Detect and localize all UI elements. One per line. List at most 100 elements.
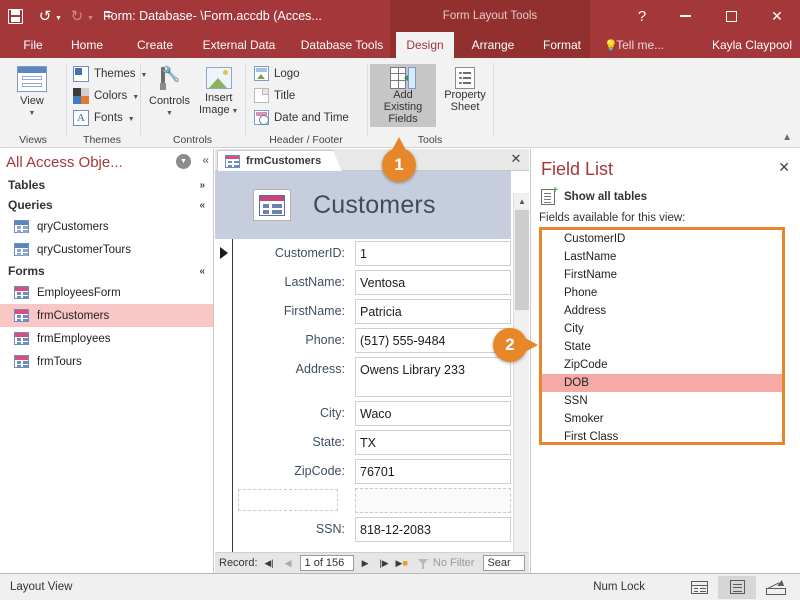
colors-dropdown-icon[interactable]: ▼ — [132, 94, 139, 101]
add-existing-fields-icon — [390, 67, 416, 89]
record-selector[interactable] — [215, 239, 233, 552]
close-icon[interactable]: ✕ — [754, 0, 800, 32]
field-input-address[interactable]: Owens Library 233 — [355, 357, 511, 397]
last-record-button[interactable]: |▶ — [377, 558, 392, 569]
scroll-up-icon[interactable]: ▲ — [514, 193, 529, 209]
nav-group-forms[interactable]: Forms « — [0, 261, 213, 281]
tab-create[interactable]: Create — [126, 32, 184, 58]
first-record-button[interactable]: ◀| — [262, 558, 277, 569]
view-button[interactable]: View ▼ — [17, 66, 47, 120]
empty-label-placeholder[interactable] — [238, 489, 338, 511]
field-list-pane: Field List ✕ Show all tables Fields avai… — [530, 149, 800, 573]
field-item-firstname[interactable]: FirstName — [542, 266, 782, 284]
fonts-dropdown-icon[interactable]: ▼ — [128, 116, 135, 123]
view-dropdown-icon[interactable]: ▼ — [29, 108, 36, 120]
field-item-zipcode[interactable]: ZipCode — [542, 356, 782, 374]
next-record-button[interactable]: ▶ — [358, 558, 373, 569]
add-existing-fields-button[interactable]: Add Existing Fields — [370, 64, 436, 127]
field-item-lastname[interactable]: LastName — [542, 248, 782, 266]
scrollbar-thumb[interactable] — [515, 210, 529, 310]
fonts-button[interactable]: A Fonts ▼ — [73, 110, 135, 126]
tab-database-tools[interactable]: Database Tools — [292, 32, 392, 58]
field-item-smoker[interactable]: Smoker — [542, 410, 782, 428]
insert-image-button[interactable]: Insert Image ▼ — [199, 67, 238, 118]
form-logo[interactable] — [253, 189, 291, 221]
nav-group-tables[interactable]: Tables » — [0, 175, 213, 195]
logo-button[interactable]: Logo — [254, 66, 300, 81]
tab-design[interactable]: Design — [396, 32, 454, 58]
field-row-state: State: TX — [233, 428, 511, 457]
record-position-input[interactable]: 1 of 156 — [299, 555, 354, 571]
nav-item-qrycustomers[interactable]: qryCustomers — [0, 215, 213, 238]
nav-group-queries[interactable]: Queries « — [0, 195, 213, 215]
field-item-phone[interactable]: Phone — [542, 284, 782, 302]
redo-dropdown-icon[interactable]: ▼ — [87, 15, 94, 22]
field-input-zipcode[interactable]: 76701 — [355, 459, 511, 484]
empty-field-placeholder[interactable] — [355, 488, 511, 513]
save-icon[interactable] — [0, 0, 30, 32]
show-all-tables-link[interactable]: Show all tables — [541, 186, 647, 205]
form-vertical-scrollbar[interactable]: ▲ ▼ — [513, 193, 529, 552]
date-time-button[interactable]: Date and Time — [254, 110, 349, 125]
tab-format[interactable]: Format — [532, 32, 592, 58]
controls-button[interactable]: 🔧 Controls ▼ — [149, 66, 190, 120]
tab-home[interactable]: Home — [60, 32, 114, 58]
field-item-dob[interactable]: DOB — [542, 374, 782, 392]
chevron-collapse-icon[interactable]: « — [199, 266, 205, 277]
tab-arrange[interactable]: Arrange — [460, 32, 526, 58]
field-item-ssn[interactable]: SSN — [542, 392, 782, 410]
field-input-city[interactable]: Waco — [355, 401, 511, 426]
insert-image-dropdown-icon[interactable]: ▼ — [230, 108, 239, 115]
undo-dropdown-icon[interactable]: ▼ — [55, 15, 62, 22]
maximize-icon[interactable] — [708, 0, 754, 32]
nav-item-frmtours[interactable]: frmTours — [0, 350, 213, 373]
field-list-title: Field List — [541, 159, 614, 179]
minimize-icon[interactable] — [662, 0, 708, 32]
chevron-down-icon[interactable]: ▼ — [176, 154, 191, 169]
field-input-firstname[interactable]: Patricia — [355, 299, 511, 324]
help-icon[interactable]: ? — [622, 0, 662, 32]
date-time-label: Date and Time — [274, 111, 349, 124]
themes-button[interactable]: Themes ▼ — [73, 66, 147, 82]
property-sheet-button[interactable]: Property Sheet — [440, 64, 490, 115]
close-document-icon[interactable]: ✕ — [508, 151, 524, 167]
form-object-icon — [14, 309, 29, 322]
field-item-first-class[interactable]: First Class — [542, 428, 782, 446]
form-view-button[interactable] — [680, 576, 718, 599]
previous-record-button[interactable]: ◀ — [281, 558, 296, 569]
title-button[interactable]: Title — [254, 88, 295, 103]
colors-button[interactable]: Colors ▼ — [73, 88, 139, 104]
field-input-ssn[interactable]: 818-12-2083 — [355, 517, 511, 542]
tab-external-data[interactable]: External Data — [190, 32, 288, 58]
field-item-state[interactable]: State — [542, 338, 782, 356]
field-item-address[interactable]: Address — [542, 302, 782, 320]
field-input-lastname[interactable]: Ventosa — [355, 270, 511, 295]
document-tab-frmcustomers[interactable]: frmCustomers — [217, 150, 343, 172]
field-input-customerid[interactable]: 1 — [355, 241, 511, 266]
close-field-list-icon[interactable]: ✕ — [778, 159, 790, 176]
nav-item-frmcustomers[interactable]: frmCustomers — [0, 304, 213, 327]
user-account-name[interactable]: Kayla Claypool — [712, 32, 792, 58]
filter-status[interactable]: No Filter — [417, 557, 474, 569]
design-view-button[interactable] — [756, 576, 794, 599]
collapse-navigation-icon[interactable]: « — [202, 153, 209, 167]
chevron-collapse-icon[interactable]: « — [199, 200, 205, 211]
tab-file[interactable]: File — [14, 32, 52, 58]
nav-item-frmemployees[interactable]: frmEmployees — [0, 327, 213, 350]
controls-dropdown-icon[interactable]: ▼ — [166, 108, 173, 120]
tell-me-box[interactable]: 💡 Tell me... — [604, 32, 664, 58]
layout-view-button[interactable] — [718, 575, 756, 599]
nav-item-qrycustomertours[interactable]: qryCustomerTours — [0, 238, 213, 261]
field-input-phone[interactable]: (517) 555-9484 — [355, 328, 511, 353]
new-record-button[interactable]: ▶■ — [396, 558, 408, 569]
nav-item-employeesform[interactable]: EmployeesForm — [0, 281, 213, 304]
record-search-input[interactable]: Sear — [483, 555, 526, 571]
field-item-customerid[interactable]: CustomerID — [542, 230, 782, 248]
field-input-state[interactable]: TX — [355, 430, 511, 455]
collapse-ribbon-icon[interactable]: ▲ — [782, 132, 792, 143]
field-label: City: — [320, 406, 345, 420]
chevron-expand-icon[interactable]: » — [199, 180, 205, 191]
field-item-city[interactable]: City — [542, 320, 782, 338]
field-row-ssn: SSN: 818-12-2083 — [233, 515, 511, 544]
ribbon-group-views: View ▼ Views — [0, 58, 66, 148]
